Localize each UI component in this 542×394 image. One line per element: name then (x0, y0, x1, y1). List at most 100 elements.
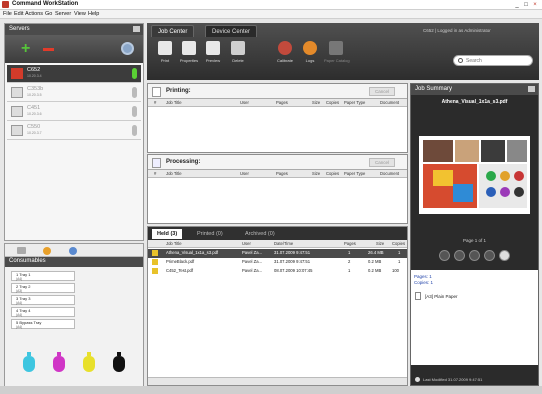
col-pages[interactable]: Pages (276, 171, 288, 176)
toner-cap (117, 352, 121, 356)
menu-actions[interactable]: Actions (25, 11, 43, 17)
col-document[interactable]: Document (380, 100, 399, 105)
consumables-header: Consumables (5, 257, 143, 267)
processing-icon (152, 158, 161, 168)
tray-size: (A4) (16, 313, 23, 317)
col-pages[interactable]: Pages (344, 241, 356, 246)
horizontal-scrollbar[interactable] (148, 377, 407, 385)
next-page-icon[interactable] (469, 250, 480, 261)
tab-archived[interactable]: Archived (0) (240, 229, 280, 239)
toner-cap (27, 352, 31, 356)
menu-view[interactable]: View (74, 11, 86, 17)
tab-held[interactable]: Held (3) (152, 229, 183, 239)
toolbar-label: Logs (305, 58, 315, 63)
job-summary-header: Job Summary (411, 84, 538, 95)
cancel-printing-button[interactable]: Cancel (369, 87, 395, 96)
col-copies[interactable]: Copies (326, 100, 339, 105)
panel-toggle-icon[interactable] (528, 86, 535, 92)
menu-edit[interactable]: Edit (14, 11, 23, 17)
job-title: Athena_Visual_1x1a_s3.pdf (166, 250, 219, 255)
tab-printed[interactable]: Printed (0) (192, 229, 228, 239)
previous-page-icon[interactable] (454, 250, 465, 261)
job-user: Pavel Za... (242, 259, 263, 264)
maximize-button[interactable]: □ (522, 1, 530, 9)
printing-title: Printing: (166, 88, 191, 94)
col-size[interactable]: Size (312, 171, 320, 176)
paper-catalog-button[interactable]: Paper Catalog (324, 41, 350, 63)
toolbar-label: Delete (232, 58, 244, 63)
login-status: C652 | Logged in as Administrator (423, 28, 491, 33)
thumbnail-image (419, 136, 530, 214)
menu-file[interactable]: File (3, 11, 12, 17)
minimize-button[interactable]: _ (513, 1, 521, 9)
col-date-time[interactable]: Date/Time (274, 241, 293, 246)
menu-server[interactable]: Server (55, 11, 71, 17)
logs-button[interactable]: Logs (298, 41, 322, 63)
col-job-title[interactable]: Job Title (166, 100, 182, 105)
zoom-icon[interactable] (499, 250, 510, 261)
toner-tab-icon[interactable] (43, 247, 51, 255)
processing-header: Processing: Cancel (148, 155, 407, 170)
tray-item: 1 Tray 1 (A4) (11, 271, 75, 281)
server-status-icon (132, 87, 137, 98)
menu-go[interactable]: Go (45, 11, 52, 17)
print-button[interactable]: Print (153, 41, 177, 63)
col-user[interactable]: User (242, 241, 251, 246)
col-user[interactable]: User (240, 100, 249, 105)
close-button[interactable]: × (531, 1, 539, 9)
col-copies[interactable]: Copies (326, 171, 339, 176)
search-box[interactable]: Search (453, 55, 533, 66)
delete-button[interactable]: Delete (226, 41, 250, 63)
job-row[interactable]: PrimeBlack.pdf Pavel Za... 31.07.2009 9:… (148, 258, 407, 267)
file-icon (152, 259, 158, 265)
job-row[interactable]: C452_Test.pdf Pavel Za... 08.07.2009 10:… (148, 267, 407, 276)
tab-job-center[interactable]: Job Center (151, 25, 195, 37)
col-size[interactable]: Size (376, 241, 384, 246)
page-navigation (439, 250, 511, 262)
preview-button[interactable]: Preview (201, 41, 225, 63)
col-number[interactable]: # (154, 100, 156, 105)
tray-item: 4 Tray 4 (A4) (11, 307, 75, 317)
toner-bottle-icon (83, 352, 95, 372)
document-icon (152, 87, 161, 97)
add-server-icon[interactable]: + (21, 41, 30, 57)
server-status-icon (132, 68, 137, 79)
toner-bottle-icon (113, 352, 125, 372)
col-document[interactable]: Document (380, 171, 399, 176)
last-page-icon[interactable] (484, 250, 495, 261)
job-row[interactable]: Athena_Visual_1x1a_s3.pdf Pavel Za... 31… (148, 249, 407, 258)
col-copies[interactable]: Copies (392, 241, 405, 246)
remove-server-icon[interactable] (43, 48, 54, 51)
tray-size: (A4) (16, 301, 23, 305)
paper-tab-icon[interactable] (17, 247, 26, 254)
menu-help[interactable]: Help (88, 11, 99, 17)
col-number[interactable]: # (154, 171, 156, 176)
cancel-processing-button[interactable]: Cancel (369, 158, 395, 167)
servers-toolbar: + (5, 35, 143, 63)
calibrate-button[interactable]: Calibrate (273, 41, 297, 63)
panel-toggle-icon[interactable] (133, 26, 140, 32)
col-job-title[interactable]: Job Title (166, 241, 182, 246)
paper-catalog-icon (329, 41, 343, 55)
col-paper-type[interactable]: Paper Type (344, 100, 365, 105)
menu-bar: File Edit Actions Go Server View Help (0, 10, 542, 19)
col-pages[interactable]: Pages (276, 100, 288, 105)
connect-icon[interactable] (121, 42, 134, 55)
server-item-c550[interactable]: C550 10.20.3.7 (7, 122, 141, 140)
first-page-icon[interactable] (439, 250, 450, 261)
server-item-c451[interactable]: C451 10.20.3.6 (7, 103, 141, 121)
file-icon (152, 268, 158, 274)
properties-button[interactable]: Properties (177, 41, 201, 63)
col-job-title[interactable]: Job Title (166, 171, 182, 176)
col-paper-type[interactable]: Paper Type (344, 171, 365, 176)
last-modified: Last Modified 31.07.2009 9:47:51 (423, 377, 483, 382)
server-item-c652[interactable]: C652 10.20.3.4 (7, 65, 141, 83)
tab-device-center[interactable]: Device Center (205, 25, 258, 37)
server-item-c353b[interactable]: C353b 10.20.3.5 (7, 84, 141, 102)
servers-header: Servers (5, 24, 143, 35)
job-thumbnail[interactable] (419, 136, 530, 214)
info-tab-icon[interactable] (69, 247, 77, 255)
col-user[interactable]: User (240, 171, 249, 176)
col-size[interactable]: Size (312, 100, 320, 105)
summary-details: Pages: 1 Copies: 1 [A3] Plain Paper (411, 270, 538, 365)
